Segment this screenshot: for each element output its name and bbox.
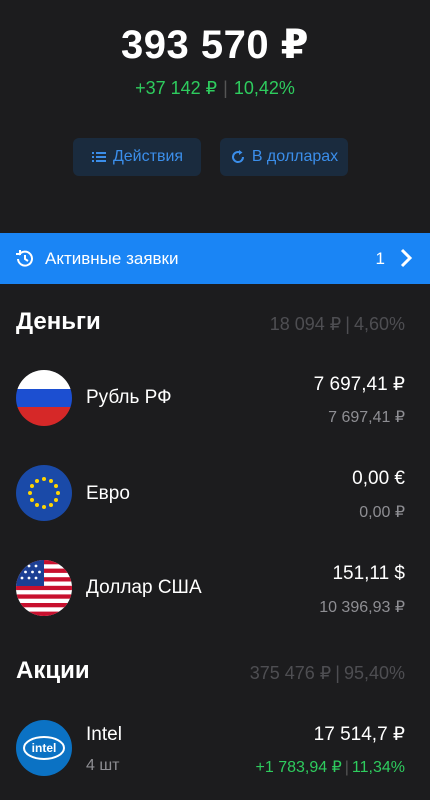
chevron-right-icon [400, 248, 413, 268]
money-sum: 18 094 ₽ [269, 314, 342, 334]
stocks-sum: 375 476 ₽ [249, 663, 332, 683]
currency-name: Доллар США [86, 577, 202, 598]
divider: | [344, 759, 349, 776]
actions-button-label: Действия [112, 148, 184, 165]
stock-change-abs: +1 783,94 ₽ [255, 759, 342, 776]
currency-value: 151,11 $ [332, 563, 405, 584]
active-orders-count: 1 [375, 248, 385, 268]
stock-quantity: 4 шт [86, 757, 120, 774]
stocks-pct: 95,40% [343, 663, 405, 683]
money-row-rub[interactable]: Рубль РФ 7 697,41 ₽ 7 697,41 ₽ [0, 370, 430, 450]
active-orders-banner[interactable]: Активные заявки 1 [0, 233, 430, 284]
stock-change-pct: 11,34% [351, 759, 405, 776]
stock-name: Intel [86, 724, 122, 745]
russia-flag-icon [16, 370, 72, 426]
portfolio-total: 393 570 ₽ [120, 23, 310, 67]
money-row-eur[interactable]: Евро 0,00 € 0,00 ₽ [0, 465, 430, 545]
portfolio-change: +37 142 ₽ | 10,42% [0, 78, 430, 99]
actions-button[interactable]: Действия [73, 138, 201, 176]
money-section-summary: 18 094 ₽ | 4,60% [270, 314, 405, 335]
currency-name: Евро [86, 483, 130, 504]
refresh-icon [231, 150, 244, 163]
history-icon [16, 249, 33, 267]
currency-toggle-button[interactable]: В долларах [220, 138, 348, 176]
currency-value-rub: 7 697,41 ₽ [328, 409, 405, 426]
money-section-title: Деньги [16, 308, 101, 335]
money-row-usd[interactable]: Доллар США 151,11 $ 10 396,93 ₽ [0, 560, 430, 640]
divider: | [223, 78, 228, 98]
currency-value-rub: 10 396,93 ₽ [319, 599, 405, 616]
eu-flag-icon [16, 465, 72, 521]
active-orders-label: Активные заявки [45, 248, 179, 268]
currency-value-rub: 0,00 ₽ [359, 504, 405, 521]
usa-flag-icon [16, 560, 72, 616]
portfolio-change-pct: 10,42% [233, 78, 295, 98]
divider: | [335, 663, 340, 683]
currency-value: 0,00 € [352, 468, 405, 489]
currency-value: 7 697,41 ₽ [313, 374, 405, 395]
portfolio-change-abs: +37 142 ₽ [135, 78, 218, 98]
money-pct: 4,60% [353, 314, 405, 334]
svg-text:intel: intel [32, 741, 57, 755]
intel-logo-icon: intel [16, 720, 72, 776]
divider: | [345, 314, 350, 334]
stock-value: 17 514,7 ₽ [313, 724, 405, 745]
currency-toggle-label: В долларах [251, 148, 339, 165]
stocks-section-title: Акции [16, 657, 90, 684]
stocks-section-summary: 375 476 ₽ | 95,40% [250, 663, 405, 684]
stock-row-intel[interactable]: intel Intel 4 шт 17 514,7 ₽ +1 783,94 ₽ |… [0, 720, 430, 800]
stock-change: +1 783,94 ₽ | 11,34% [256, 757, 405, 777]
list-icon [91, 152, 106, 162]
currency-name: Рубль РФ [86, 387, 172, 408]
